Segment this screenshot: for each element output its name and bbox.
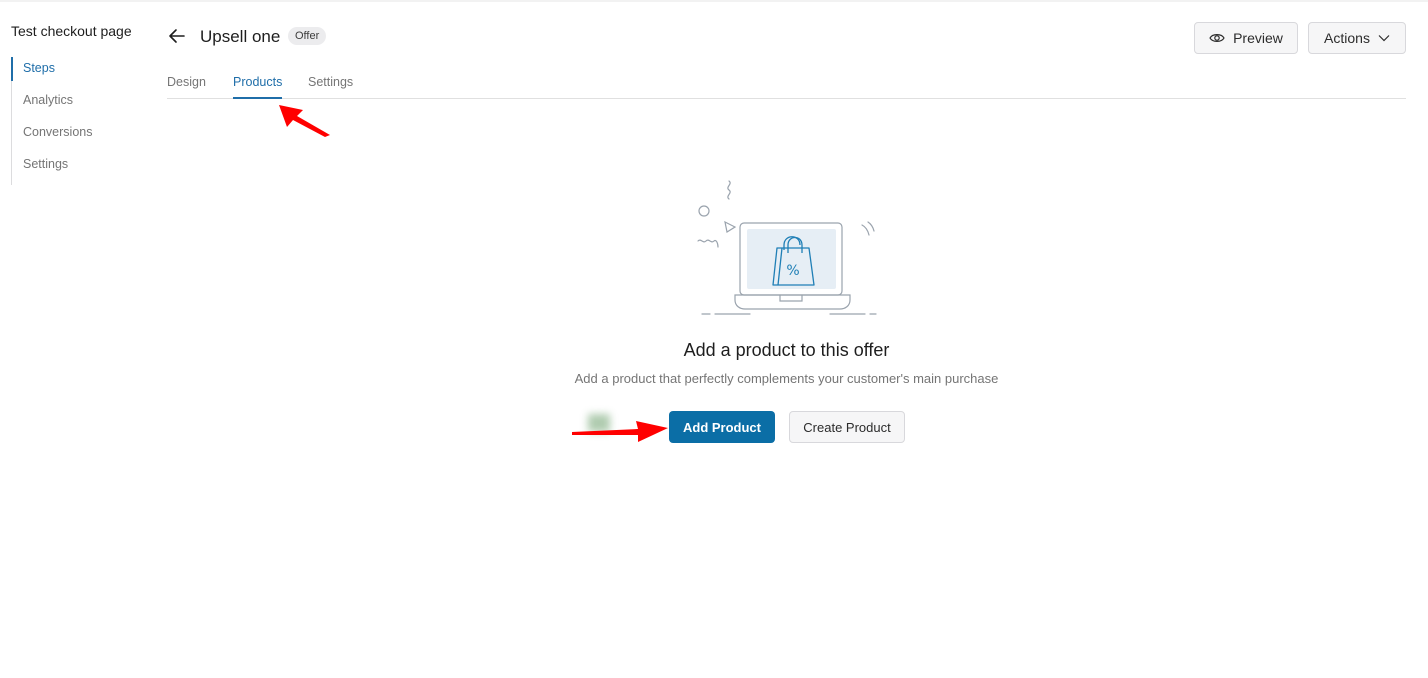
- annotation-arrow-products: [279, 105, 330, 137]
- actions-label: Actions: [1324, 30, 1370, 46]
- tab-products[interactable]: Products: [233, 74, 283, 99]
- arrow-left-icon: [169, 29, 185, 43]
- triangle-decoration: [724, 220, 737, 233]
- blurred-artifact: [588, 414, 610, 432]
- top-border: [0, 0, 1428, 2]
- preview-label: Preview: [1233, 30, 1283, 46]
- step-type-badge: Offer: [288, 27, 327, 45]
- eye-icon: [1209, 34, 1225, 42]
- arc-decoration: [867, 221, 875, 232]
- sidebar-item-conversions[interactable]: Conversions: [12, 121, 161, 153]
- sidebar: Test checkout page Steps Analytics Conve…: [11, 22, 161, 185]
- percent-icon: %: [786, 263, 799, 279]
- actions-dropdown-button[interactable]: Actions: [1308, 22, 1406, 54]
- sidebar-item-settings[interactable]: Settings: [12, 153, 161, 185]
- sidebar-item-steps[interactable]: Steps: [11, 57, 161, 81]
- sidebar-item-analytics[interactable]: Analytics: [12, 89, 161, 121]
- page-title: Upsell one: [200, 27, 281, 46]
- back-button[interactable]: [167, 26, 187, 46]
- create-product-button[interactable]: Create Product: [789, 411, 905, 443]
- squiggle-decoration: [727, 180, 731, 200]
- empty-state-description: Add a product that perfectly complements…: [574, 371, 999, 386]
- sidebar-nav: Steps Analytics Conversions Settings: [11, 57, 161, 185]
- tab-bar: Design Products Settings: [167, 74, 1406, 99]
- add-product-button[interactable]: Add Product: [669, 411, 775, 443]
- laptop-base: [734, 294, 851, 310]
- tab-settings[interactable]: Settings: [308, 74, 353, 99]
- sidebar-title: Test checkout page: [11, 23, 132, 39]
- preview-button[interactable]: Preview: [1194, 22, 1298, 54]
- circle-decoration: [698, 205, 710, 217]
- empty-state-illustration: %: [697, 180, 877, 315]
- wave-decoration: [697, 239, 719, 248]
- chevron-down-icon: [1378, 35, 1390, 42]
- arc-decoration: [861, 224, 870, 236]
- annotation-arrow-add-product: [572, 421, 668, 442]
- empty-state-title: Add a product to this offer: [683, 340, 890, 360]
- tab-design[interactable]: Design: [167, 74, 206, 99]
